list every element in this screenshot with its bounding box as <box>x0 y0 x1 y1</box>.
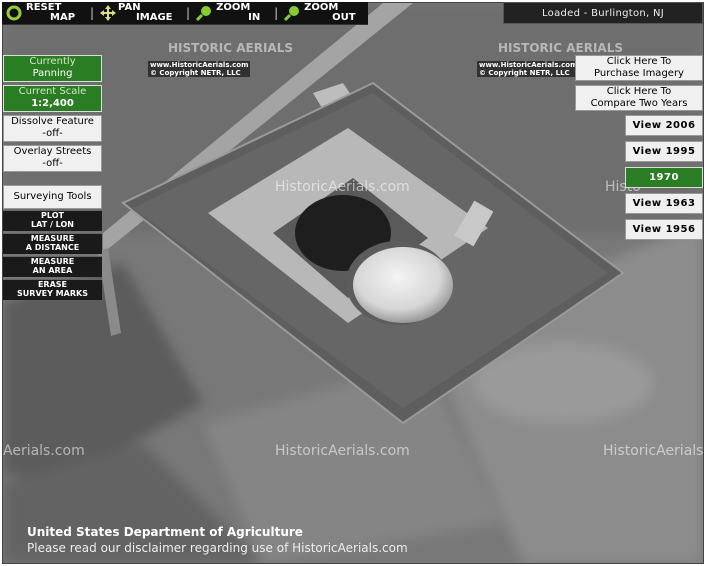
year-1963-button[interactable]: View 1963 <box>625 193 703 214</box>
zoom-in-button[interactable]: ZOOM IN <box>192 2 272 24</box>
reset-sublabel: MAP <box>50 12 76 23</box>
scale-value: 1:2,400 <box>31 98 74 109</box>
toolbar-separator: | <box>90 6 95 20</box>
zoom-in-sublabel: IN <box>248 12 261 23</box>
zoom-out-label: ZOOM <box>304 2 339 13</box>
stamp-url: www.HistoricAerials.com <box>150 61 249 69</box>
overlay-streets-toggle[interactable]: Overlay Streets -off- <box>3 145 102 172</box>
zoom-in-label: ZOOM <box>216 2 251 13</box>
map-toolbar: RESET MAP | PAN IMAGE | ZOOM IN | ZOOM O… <box>2 2 368 25</box>
watermark-logo: HISTORIC AERIALS <box>498 41 623 55</box>
tool-sublabel: AN AREA <box>32 266 73 275</box>
purchase-imagery-button[interactable]: Click Here To Purchase Imagery <box>575 55 703 81</box>
tool-sublabel: SURVEY MARKS <box>17 289 88 298</box>
dissolve-label: Dissolve Feature <box>11 116 94 127</box>
plot-latlon-button[interactable]: PLOT LAT / LON <box>3 210 102 231</box>
zoom-out-sublabel: OUT <box>332 12 356 23</box>
toolbar-separator: | <box>186 6 191 20</box>
tool-sublabel: A DISTANCE <box>25 243 80 252</box>
pan-label: PAN <box>118 2 141 13</box>
pan-image-button[interactable]: PAN IMAGE <box>96 2 184 24</box>
tool-sublabel: LAT / LON <box>31 220 74 229</box>
erase-survey-marks-button[interactable]: ERASE SURVEY MARKS <box>3 279 102 300</box>
mode-label: Currently <box>29 56 76 67</box>
watermark-text: Aerials.com <box>3 443 85 459</box>
surveying-title: Surveying Tools <box>13 191 92 202</box>
magnifier-plus-icon <box>196 6 212 21</box>
pan-arrows-icon <box>100 5 117 21</box>
overlay-label: Overlay Streets <box>13 146 92 157</box>
copyright-stamp: www.HistoricAerials.com © Copyright NETR… <box>148 61 251 77</box>
watermark-text: HistoricAerials.com <box>275 179 410 195</box>
scale-label: Current Scale <box>18 86 87 97</box>
watermark-text: HistoricAerials.com <box>275 443 410 459</box>
pan-sublabel: IMAGE <box>136 12 173 23</box>
stamp-url: www.HistoricAerials.com <box>479 61 578 69</box>
compare-years-button[interactable]: Click Here To Compare Two Years <box>575 85 703 111</box>
purchase-l2: Purchase Imagery <box>594 68 684 79</box>
overlay-value: -off- <box>42 158 63 169</box>
tool-label: PLOT <box>41 211 64 220</box>
stamp-copyright: © Copyright NETR, LLC <box>150 69 241 77</box>
magnifier-minus-icon <box>284 6 300 21</box>
toolbar-separator: | <box>274 6 279 20</box>
measure-area-button[interactable]: MEASURE AN AREA <box>3 256 102 277</box>
disclaimer-text[interactable]: Please read our disclaimer regarding use… <box>27 541 408 555</box>
reset-label: RESET <box>26 2 62 13</box>
copyright-stamp: www.HistoricAerials.com © Copyright NETR… <box>477 61 580 77</box>
dissolve-toggle[interactable]: Dissolve Feature -off- <box>3 115 102 142</box>
watermark-logo: HISTORIC AERIALS <box>168 41 293 55</box>
loaded-location-status: Loaded - Burlington, NJ <box>503 2 703 24</box>
mode-indicator: Currently Panning <box>3 55 102 82</box>
surveying-tools-header: Surveying Tools <box>3 185 102 209</box>
tool-label: MEASURE <box>30 257 75 266</box>
dissolve-value: -off- <box>42 128 63 139</box>
year-1956-button[interactable]: View 1956 <box>625 219 703 240</box>
reset-map-button[interactable]: RESET MAP <box>2 2 88 24</box>
usda-credit: United States Department of Agriculture <box>27 525 303 539</box>
mode-value: Panning <box>32 68 73 79</box>
scale-indicator: Current Scale 1:2,400 <box>3 85 102 112</box>
year-1970-button[interactable]: 1970 <box>625 167 703 188</box>
reset-icon <box>6 5 22 21</box>
compare-l1: Click Here To <box>606 86 672 97</box>
stamp-copyright: © Copyright NETR, LLC <box>479 69 570 77</box>
purchase-l1: Click Here To <box>606 56 672 67</box>
watermark-text: HistoricAerials <box>603 443 704 459</box>
measure-distance-button[interactable]: MEASURE A DISTANCE <box>3 233 102 254</box>
tool-label: ERASE <box>37 280 68 289</box>
zoom-out-button[interactable]: ZOOM OUT <box>280 2 360 24</box>
year-1995-button[interactable]: View 1995 <box>625 141 703 162</box>
tool-label: MEASURE <box>30 234 75 243</box>
compare-l2: Compare Two Years <box>590 98 688 109</box>
year-2006-button[interactable]: View 2006 <box>625 115 703 136</box>
